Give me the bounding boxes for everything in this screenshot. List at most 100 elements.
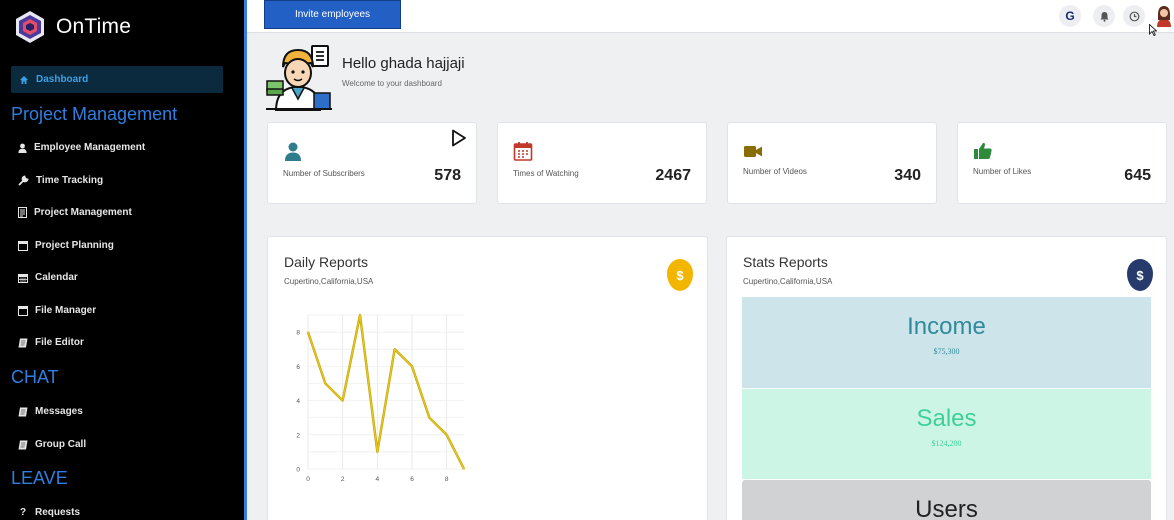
stat-value: 578 (434, 167, 461, 184)
daily-reports-card: Daily Reports Cupertino,California,USA $… (267, 236, 708, 520)
y-tick-label: 0 (296, 467, 300, 474)
dollar-sign: $ (676, 267, 684, 283)
dollar-badge-icon[interactable]: $ (667, 259, 693, 291)
users-block: Users (742, 480, 1151, 520)
sidebar-item-file-editor[interactable]: File Editor (18, 337, 84, 348)
income-value: $75,300 (933, 347, 960, 356)
stats-reports-subtitle: Cupertino,California,USA (743, 277, 833, 286)
sidebar-edge (244, 0, 247, 520)
daily-reports-subtitle: Cupertino,California,USA (284, 277, 374, 286)
sidebar-item-label: File Editor (35, 337, 84, 348)
sidebar-item-label: Messages (35, 406, 83, 417)
thumbs-up-icon (974, 142, 992, 159)
series-line-shadow (306, 313, 466, 470)
wrench-icon (18, 175, 29, 186)
sidebar-item-group-call[interactable]: Group Call (18, 439, 86, 450)
x-tick-label: 8 (445, 476, 449, 483)
invite-employees-button[interactable]: Invite employees (264, 0, 401, 29)
calendar-icon (18, 273, 28, 283)
sidebar-item-file-manager[interactable]: File Manager (18, 305, 96, 316)
dollar-sign: $ (1136, 267, 1144, 283)
data-point (341, 399, 344, 402)
sidebar-item-label: Requests (35, 507, 81, 518)
sidebar-item-label: Dashboard (36, 74, 89, 85)
settings-button[interactable] (1123, 5, 1145, 27)
data-point (376, 450, 379, 453)
sidebar-item-requests[interactable]: ? Requests (18, 507, 80, 518)
sales-title: Sales (916, 405, 977, 432)
stat-label: Number of Videos (743, 167, 807, 176)
window-icon (18, 305, 28, 316)
mouse-cursor-icon (1149, 24, 1157, 36)
x-tick-label: 2 (341, 476, 345, 483)
x-tick-label: 0 (306, 476, 310, 483)
sidebar-item-label: Calendar (35, 272, 78, 283)
notifications-button[interactable] (1093, 5, 1115, 27)
google-account-button[interactable]: G (1059, 5, 1081, 27)
greeting-subtitle: Welcome to your dashboard (342, 79, 442, 88)
sidebar-item-label: Project Management (34, 207, 132, 218)
file-icon (18, 440, 28, 449)
sidebar-item-project-management[interactable]: Project Management (18, 207, 132, 218)
income-block: Income $75,300 (742, 297, 1151, 388)
data-point (307, 331, 309, 334)
data-point (445, 433, 448, 436)
data-point (393, 348, 396, 351)
sales-value: $124,200 (931, 439, 962, 448)
sidebar-item-label: Time Tracking (36, 175, 104, 186)
sidebar-item-dashboard[interactable]: Dashboard (11, 66, 223, 93)
brand[interactable]: OnTime (14, 10, 131, 44)
stats-reports-title: Stats Reports (743, 254, 828, 270)
play-icon[interactable] (451, 129, 467, 147)
section-project-management: Project Management (11, 104, 178, 124)
bell-icon (1100, 11, 1108, 22)
sidebar-item-label: Employee Management (34, 142, 146, 153)
dollar-badge-icon[interactable]: $ (1127, 259, 1153, 291)
stat-card-likes: Number of Likes 645 (957, 122, 1167, 204)
section-chat: CHAT (11, 367, 59, 387)
daily-reports-title: Daily Reports (284, 254, 369, 270)
stat-label: Number of Likes (973, 167, 1032, 176)
video-camera-icon (744, 146, 762, 157)
stat-value: 340 (894, 167, 921, 184)
window-icon (18, 240, 28, 251)
topbar: Invite employees G (247, 0, 1174, 36)
employee-illustration-icon (266, 45, 332, 111)
series-line (307, 314, 465, 470)
y-tick-label: 6 (296, 364, 300, 371)
greeting-title: Hello ghada hajjaji (342, 55, 465, 72)
stat-value: 2467 (655, 167, 691, 184)
sidebar-item-project-planning[interactable]: Project Planning (18, 240, 114, 251)
question-icon: ? (19, 507, 27, 518)
y-tick-label: 8 (296, 330, 300, 337)
sidebar-item-calendar[interactable]: Calendar (18, 272, 78, 283)
file-icon (18, 338, 28, 347)
calendar-icon (513, 142, 533, 161)
data-point (411, 365, 413, 368)
daily-reports-chart: 0 2 4 6 8 0 2 4 6 8 (296, 313, 466, 483)
y-tick-label: 2 (296, 432, 300, 439)
file-icon (18, 407, 28, 416)
x-tick-label: 6 (410, 476, 414, 483)
stats-reports-card: Stats Reports Cupertino,California,USA $… (726, 236, 1167, 520)
user-avatar[interactable] (1155, 5, 1173, 27)
sidebar-item-employee-management[interactable]: Employee Management (18, 142, 145, 153)
data-point (463, 468, 465, 470)
user-icon (285, 142, 301, 161)
sidebar-item-messages[interactable]: Messages (18, 406, 83, 417)
sidebar: OnTime Dashboard Project Management Empl… (0, 0, 244, 520)
y-tick-label: 4 (296, 398, 300, 405)
stat-label: Times of Watching (513, 169, 579, 178)
data-point (324, 382, 327, 385)
sidebar-item-time-tracking[interactable]: Time Tracking (18, 175, 103, 186)
stat-value: 645 (1124, 167, 1151, 184)
sidebar-item-label: Project Planning (35, 240, 114, 251)
stat-label: Number of Subscribers (283, 169, 365, 178)
document-icon (18, 207, 27, 218)
data-point (428, 416, 431, 419)
user-icon (18, 143, 27, 153)
sales-block: Sales $124,200 (742, 389, 1151, 479)
users-title: Users (915, 496, 978, 520)
home-icon (20, 75, 28, 84)
stat-card-subscribers: Number of Subscribers 578 (267, 122, 477, 204)
